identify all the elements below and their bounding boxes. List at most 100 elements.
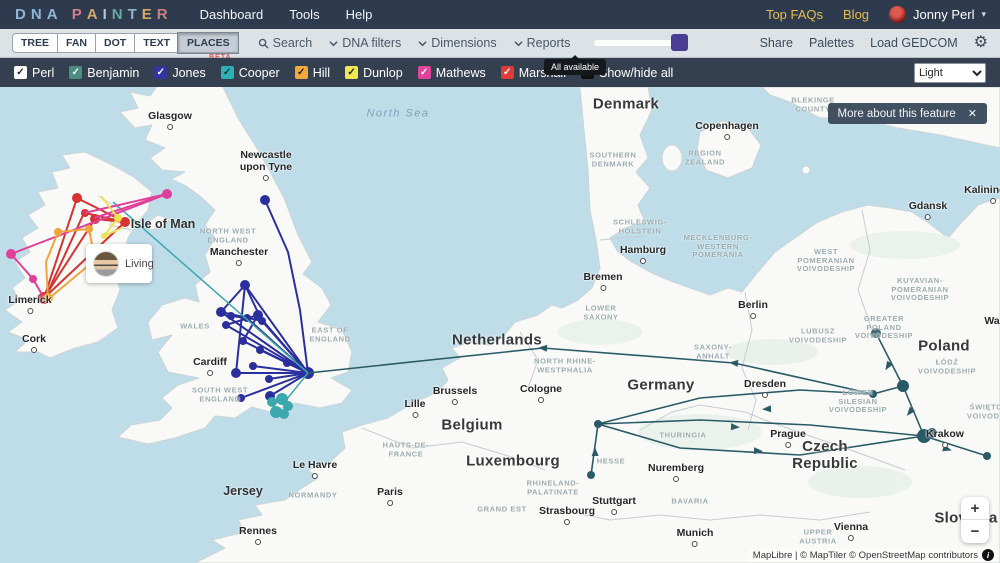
top-header-bar: DNA PAINTER Dashboard Tools Help Top FAQs B… (0, 0, 1000, 29)
place-dot[interactable] (283, 359, 291, 367)
place-dot[interactable] (231, 368, 241, 378)
place-dot[interactable] (162, 189, 172, 199)
generation-slider[interactable] (594, 40, 682, 46)
menu-dna-filters[interactable]: DNA filters (329, 36, 401, 50)
zoom-in-button[interactable]: + (961, 497, 989, 520)
checkbox-dunlop[interactable]: ✓ (345, 66, 358, 79)
menu-label: Search (273, 36, 313, 50)
place-dot[interactable] (101, 233, 107, 239)
land-bornholm (802, 166, 810, 174)
toolbar-link-load-gedcom[interactable]: Load GEDCOM (870, 36, 958, 50)
surname-filter-bar: ✓Perl✓Benjamin✓Jones✓Cooper✓Hill✓Dunlop✓… (0, 58, 1000, 87)
place-dot[interactable] (249, 362, 257, 370)
gear-icon[interactable]: ⚙ (974, 35, 988, 51)
nav-item-dashboard[interactable]: Dashboard (200, 7, 264, 22)
place-dot[interactable] (594, 420, 602, 428)
place-dot[interactable] (897, 380, 909, 392)
place-dot[interactable] (265, 375, 273, 383)
user-menu[interactable]: Jonny Perl ▾ (889, 6, 986, 23)
header-link[interactable]: Blog (843, 7, 869, 22)
filter-label: Perl (32, 66, 54, 80)
checkbox-jones[interactable]: ✓ (154, 66, 167, 79)
nav-item-help[interactable]: Help (346, 7, 373, 22)
place-dot[interactable] (260, 195, 270, 205)
place-dot[interactable] (239, 337, 247, 345)
filter-label: Dunlop (363, 66, 403, 80)
close-icon[interactable]: ✕ (968, 107, 977, 120)
slider-tooltip: All available (544, 59, 606, 75)
map-zoom-control[interactable]: + − (961, 497, 989, 543)
place-dot[interactable] (216, 307, 226, 317)
chevron-down-icon (329, 39, 338, 48)
map-canvas[interactable]: North SeaGlasgowNewcastle upon TyneManch… (0, 87, 1000, 563)
checkbox-marshall[interactable]: ✓ (501, 66, 514, 79)
filter-jones[interactable]: ✓Jones (154, 66, 205, 80)
place-dot[interactable] (267, 397, 277, 407)
mode-button-fan[interactable]: FAN (57, 33, 95, 53)
user-name: Jonny Perl (913, 7, 974, 22)
filter-perl[interactable]: ✓ Perl (14, 66, 54, 80)
mode-button-text[interactable]: TEXT (134, 33, 178, 53)
logo-letter: R (156, 6, 172, 23)
place-dot[interactable] (240, 280, 250, 290)
header-link[interactable]: Top FAQs (766, 7, 823, 22)
place-dot[interactable] (29, 275, 37, 283)
info-icon[interactable]: i (982, 549, 994, 561)
chevron-down-icon (418, 39, 427, 48)
dna-painter-logo[interactable]: DNA PAINTER (14, 6, 172, 23)
map-attribution: MapLibre | © MapTiler © OpenStreetMap co… (749, 548, 998, 562)
feature-notice-banner[interactable]: More about this feature ✕ (828, 103, 987, 124)
menu-search[interactable]: Search (258, 36, 313, 50)
place-dot[interactable] (227, 312, 235, 320)
place-dot[interactable] (927, 428, 937, 438)
mode-button-places[interactable]: PLACES (178, 33, 238, 53)
filter-benjamin[interactable]: ✓Benjamin (69, 66, 139, 80)
place-dot[interactable] (237, 394, 245, 402)
place-dot[interactable] (72, 193, 82, 203)
place-dot[interactable] (871, 328, 881, 338)
place-dot[interactable] (869, 390, 877, 398)
living-person-card[interactable]: Living (86, 244, 152, 283)
logo-letter: I (102, 6, 111, 23)
checkbox-mathews[interactable]: ✓ (418, 66, 431, 79)
zoom-out-button[interactable]: − (961, 520, 989, 543)
filter-cooper[interactable]: ✓ Cooper (221, 66, 280, 80)
place-dot[interactable] (85, 225, 93, 233)
place-dot[interactable] (258, 317, 266, 325)
logo-letter: T (127, 6, 141, 23)
checkbox-hill[interactable]: ✓ (295, 66, 308, 79)
filter-label: Show/hide all (599, 66, 673, 80)
logo-letter: E (141, 6, 156, 23)
chevron-down-icon (514, 39, 523, 48)
theme-select-wrap: Light (914, 63, 986, 83)
menu-dimensions[interactable]: Dimensions (418, 36, 496, 50)
map-style-select[interactable]: Light (914, 63, 986, 83)
filter-hill[interactable]: ✓Hill (295, 66, 330, 80)
checkbox-benjamin[interactable]: ✓ (69, 66, 82, 79)
filter-dunlop[interactable]: ✓ Dunlop (345, 66, 403, 80)
logo-letter: A (86, 6, 102, 23)
menu-reports[interactable]: Reports (514, 36, 571, 50)
place-dot[interactable] (222, 321, 230, 329)
toolbar-link-palettes[interactable]: Palettes (809, 36, 854, 50)
slider-handle[interactable] (671, 34, 688, 51)
place-dot[interactable] (279, 409, 289, 419)
place-dot[interactable] (587, 471, 595, 479)
place-dot[interactable] (54, 228, 62, 236)
place-dot[interactable] (6, 249, 16, 259)
place-dot[interactable] (256, 346, 264, 354)
mode-button-tree[interactable]: TREE (12, 33, 57, 53)
place-dot[interactable] (43, 293, 53, 303)
attribution-text[interactable]: MapLibre | © MapTiler © OpenStreetMap co… (753, 550, 978, 561)
menu-label: DNA filters (342, 36, 401, 50)
place-dot[interactable] (114, 214, 122, 222)
checkbox-perl[interactable]: ✓ (14, 66, 27, 79)
toolbar-link-share[interactable]: Share (760, 36, 793, 50)
filter-mathews[interactable]: ✓Mathews (418, 66, 486, 80)
filter-label: Cooper (239, 66, 280, 80)
logo-letter: A (46, 6, 62, 23)
nav-item-tools[interactable]: Tools (289, 7, 319, 22)
mode-button-dot[interactable]: DOT (95, 33, 134, 53)
place-dot[interactable] (983, 452, 991, 460)
checkbox-cooper[interactable]: ✓ (221, 66, 234, 79)
